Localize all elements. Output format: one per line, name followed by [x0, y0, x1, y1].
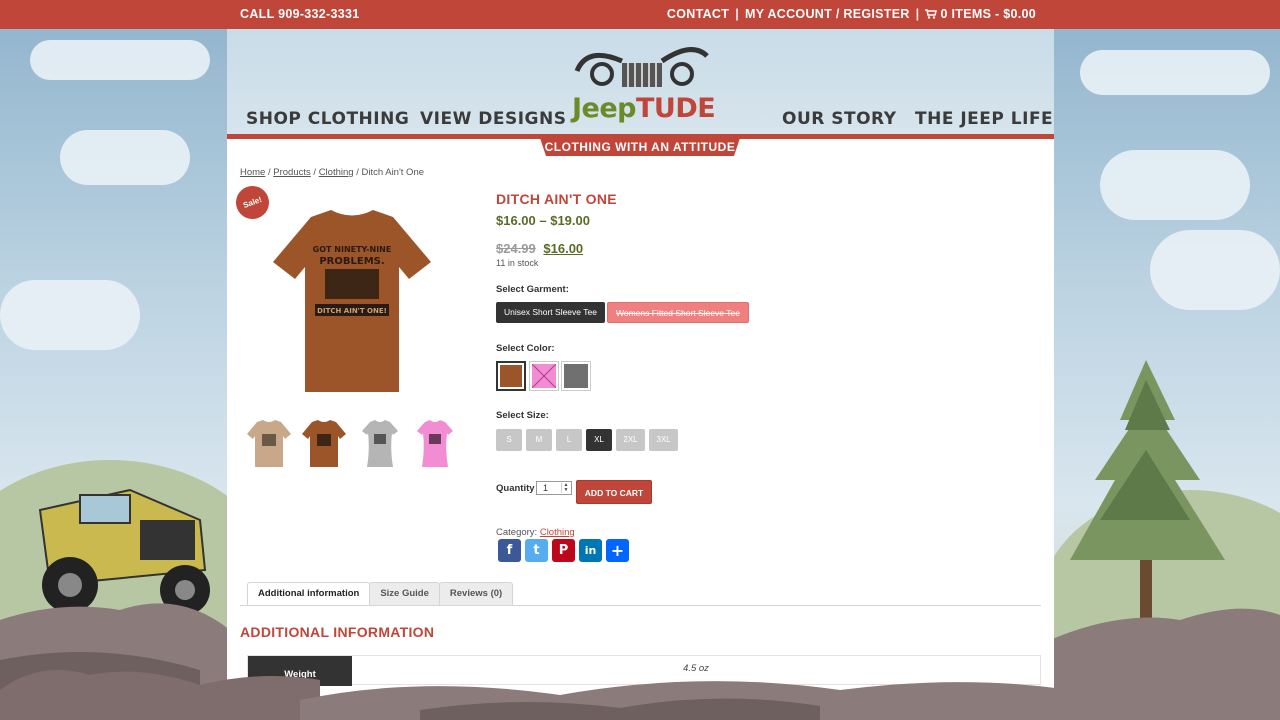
garment-unisex-button[interactable]: Unisex Short Sleeve Tee: [496, 302, 605, 323]
shirt-line1: GOT NINETY-NINE: [313, 245, 392, 254]
content-panel: SHOP CLOTHING VIEW DESIGNS OUR STORY THE…: [227, 29, 1054, 720]
account-link[interactable]: MY ACCOUNT / REGISTER: [745, 7, 910, 21]
share-buttons: f t P in +: [498, 539, 629, 562]
swatch-unavailable-icon: [532, 364, 556, 388]
nav-jeep-life[interactable]: THE JEEP LIFE: [915, 109, 1053, 129]
cloud: [0, 280, 140, 350]
color-swatch-brown[interactable]: [496, 361, 526, 391]
swatch-fill: [500, 365, 522, 387]
tab-divider: [240, 605, 1041, 606]
separator: |: [735, 7, 740, 21]
cloud: [30, 40, 210, 80]
breadcrumb: Home / Products / Clothing / Ditch Ain't…: [240, 167, 424, 178]
sale-price: $16.00: [543, 241, 584, 256]
top-links: CONTACT | MY ACCOUNT / REGISTER | 0 ITEM…: [667, 7, 1036, 21]
swatch-fill: [564, 364, 588, 388]
logo-jeep-text: Jeep: [572, 93, 637, 124]
size-button-xl[interactable]: XL: [586, 429, 612, 451]
category-label: Category:: [496, 527, 538, 538]
share-more-icon[interactable]: +: [606, 539, 629, 562]
shirt-line2: PROBLEMS.: [319, 256, 384, 267]
cloud: [1150, 230, 1280, 310]
product-title: DITCH AIN'T ONE: [496, 191, 617, 207]
separator: |: [915, 7, 920, 21]
contact-link[interactable]: CONTACT: [667, 7, 729, 21]
stepper-arrows-icon[interactable]: ▲ ▼: [561, 483, 570, 493]
cloud: [1080, 50, 1270, 95]
separator: /: [356, 167, 359, 178]
old-price: $24.99: [496, 241, 536, 256]
weight-label: Weight: [248, 656, 352, 686]
size-button-m[interactable]: M: [526, 429, 552, 451]
cart-icon: [925, 9, 938, 19]
separator: /: [267, 167, 271, 178]
product-image[interactable]: GOT NINETY-NINE PROBLEMS. DITCH AIN'T ON…: [271, 207, 433, 397]
twitter-icon[interactable]: t: [525, 539, 548, 562]
cloud: [1100, 150, 1250, 220]
site-header: SHOP CLOTHING VIEW DESIGNS OUR STORY THE…: [227, 29, 1054, 135]
separator: /: [313, 167, 317, 178]
stock-status: 11 in stock: [496, 258, 539, 268]
quantity-stepper[interactable]: 1 ▲ ▼: [536, 481, 572, 495]
garment-womens-label: Womens Fitted Short Sleeve Tee: [616, 308, 740, 318]
logo-wordmark: JeepTUDE: [572, 93, 716, 124]
garment-womens-button[interactable]: Womens Fitted Short Sleeve Tee: [607, 302, 749, 323]
size-button-2xl[interactable]: 2XL: [616, 429, 645, 451]
size-button-s[interactable]: S: [496, 429, 522, 451]
cloud: [60, 130, 190, 185]
site-logo[interactable]: JeepTUDE: [572, 41, 716, 127]
attributes-table: Weight 4.5 oz: [247, 655, 1041, 686]
nav-shop-clothing[interactable]: SHOP CLOTHING: [246, 109, 409, 129]
thumbnail-brown[interactable]: [302, 419, 346, 469]
phone-number[interactable]: CALL 909-332-3331: [240, 7, 360, 21]
cart-summary: 0 ITEMS - $0.00: [940, 7, 1036, 21]
garment-label: Select Garment:: [496, 284, 569, 295]
color-swatch-pink[interactable]: [529, 361, 559, 391]
thumbnail-grey[interactable]: [358, 419, 402, 469]
tab-reviews[interactable]: Reviews (0): [438, 582, 514, 605]
weight-value: 4.5 oz: [683, 663, 709, 674]
size-button-3xl[interactable]: 3XL: [649, 429, 678, 451]
color-label: Select Color:: [496, 343, 555, 354]
size-label: Select Size:: [496, 410, 549, 421]
price-range: $16.00 – $19.00: [496, 213, 590, 228]
quantity-value: 1: [543, 483, 549, 493]
thumbnail-tan[interactable]: [247, 419, 291, 469]
tab-additional-information[interactable]: Additional information: [247, 582, 371, 606]
category-link[interactable]: Clothing: [540, 527, 575, 538]
tagline: CLOTHING WITH AN ATTITUDE: [540, 138, 740, 156]
color-swatch-grey[interactable]: [561, 361, 591, 391]
breadcrumb-current: Ditch Ain't One: [361, 167, 425, 178]
top-bar: CALL 909-332-3331 CONTACT | MY ACCOUNT /…: [0, 0, 1280, 29]
logo-eyes-icon: [574, 47, 709, 87]
breadcrumb-clothing[interactable]: Clothing: [319, 167, 354, 178]
nav-our-story[interactable]: OUR STORY: [782, 109, 897, 129]
facebook-icon[interactable]: f: [498, 539, 521, 562]
breadcrumb-products[interactable]: Products: [273, 167, 311, 178]
shirt-line3: DITCH AIN'T ONE!: [317, 307, 387, 315]
cart-link[interactable]: 0 ITEMS - $0.00: [925, 7, 1036, 21]
product-tabs: Additional information Size Guide Review…: [247, 582, 514, 606]
product-category: Category: Clothing: [496, 527, 575, 538]
quantity-label: Quantity: [496, 483, 535, 494]
sale-badge: Sale!: [231, 181, 274, 224]
add-to-cart-button[interactable]: ADD TO CART: [576, 480, 652, 504]
breadcrumb-home[interactable]: Home: [240, 167, 265, 178]
price-line: $24.99 $16.00: [496, 241, 583, 256]
tab-size-guide[interactable]: Size Guide: [369, 582, 440, 605]
logo-tude-text: TUDE: [636, 93, 716, 124]
pinterest-icon[interactable]: P: [552, 539, 575, 562]
thumbnail-pink[interactable]: [413, 419, 457, 469]
additional-info-heading: ADDITIONAL INFORMATION: [240, 624, 435, 640]
size-button-l[interactable]: L: [556, 429, 582, 451]
linkedin-icon[interactable]: in: [579, 539, 602, 562]
nav-view-designs[interactable]: VIEW DESIGNS: [420, 109, 566, 129]
